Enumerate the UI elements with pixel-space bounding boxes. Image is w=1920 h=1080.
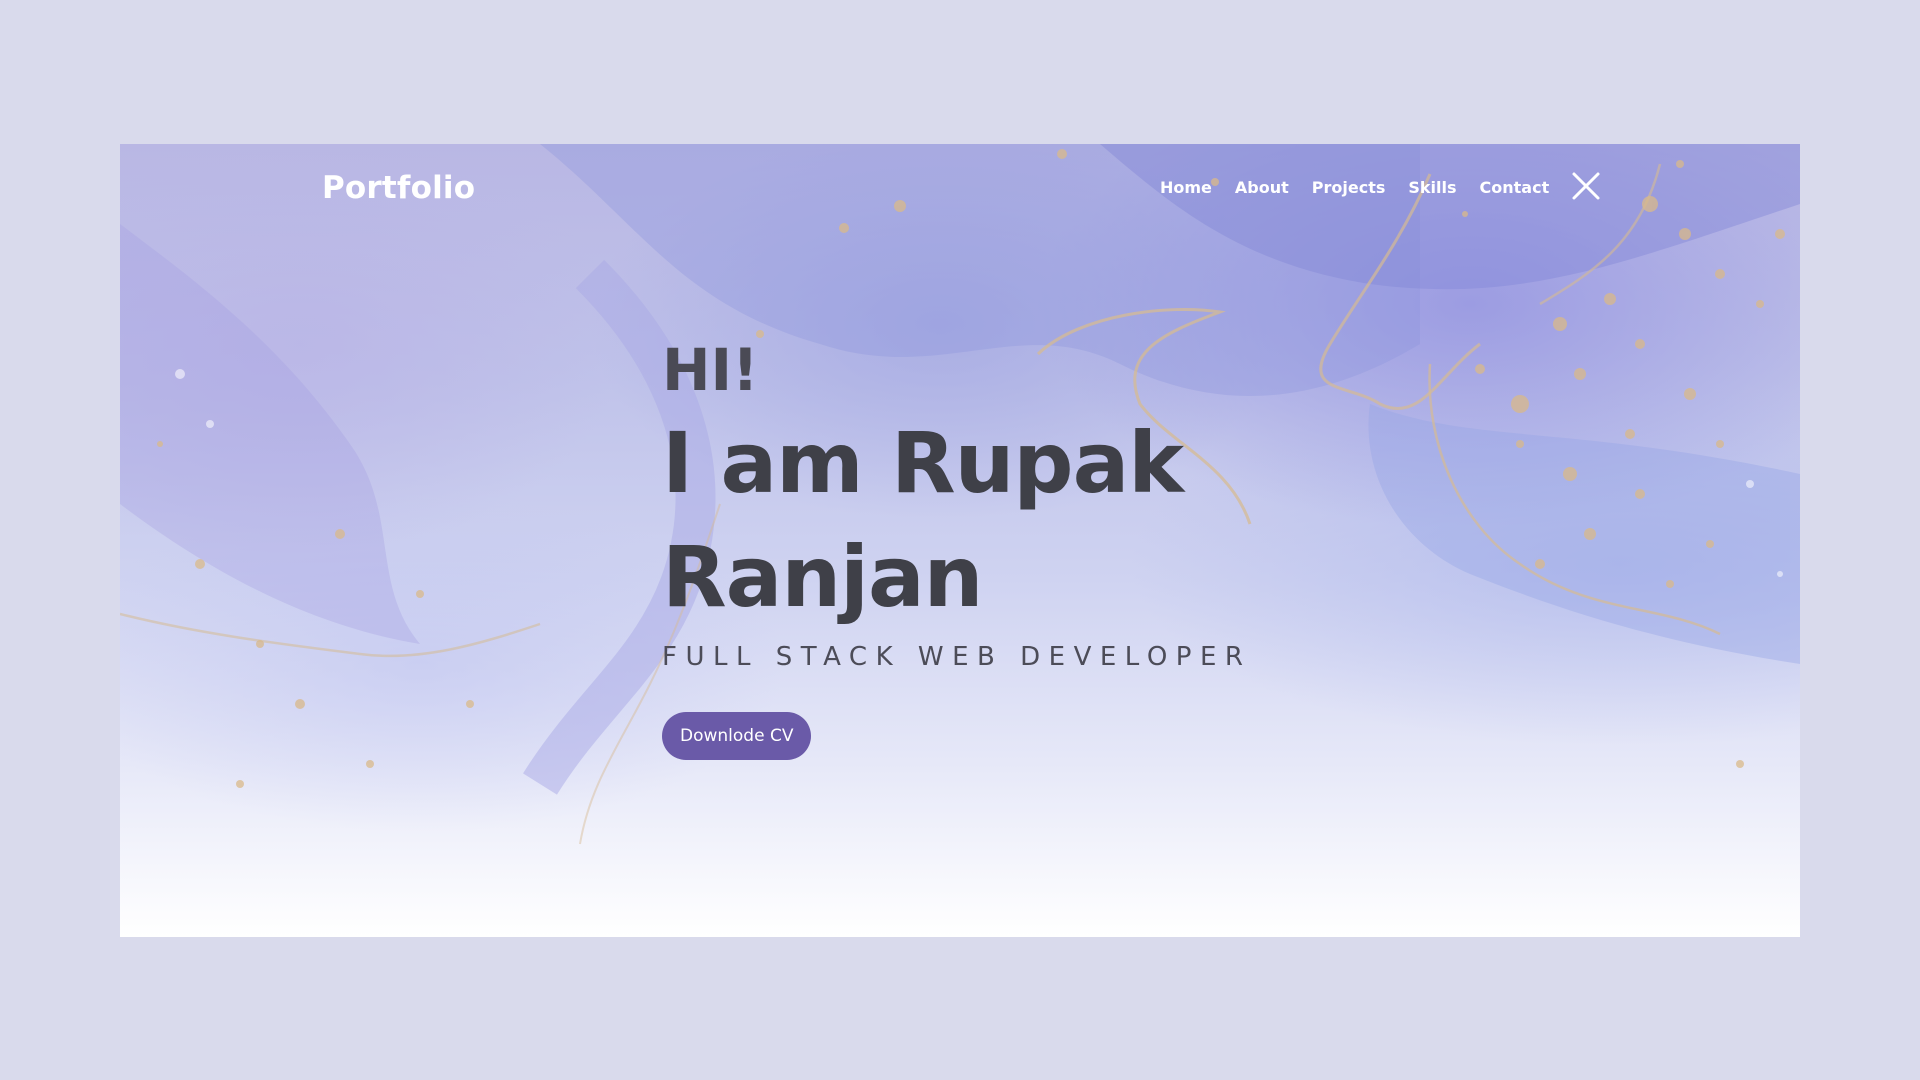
main-nav: Home About Projects Skills Contact <box>1160 178 1549 197</box>
nav-projects[interactable]: Projects <box>1312 178 1386 197</box>
hero-name: I am Rupak Ranjan <box>662 414 1184 626</box>
nav-contact[interactable]: Contact <box>1480 178 1550 197</box>
hero-role: FULL STACK WEB DEVELOPER <box>662 642 1252 672</box>
nav-home[interactable]: Home <box>1160 178 1212 197</box>
close-menu-button[interactable] <box>1570 170 1602 202</box>
site-logo[interactable]: Portfolio <box>322 170 475 206</box>
hero-frame: Portfolio Home About Projects Skills Con… <box>120 144 1800 937</box>
close-icon <box>1572 172 1600 200</box>
nav-about[interactable]: About <box>1235 178 1289 197</box>
hero-section: HI! I am Rupak Ranjan FULL STACK WEB DEV… <box>662 334 1302 760</box>
download-cv-button[interactable]: Downlode CV <box>662 712 812 760</box>
nav-skills[interactable]: Skills <box>1408 178 1456 197</box>
hero-greeting: HI! <box>662 336 759 404</box>
